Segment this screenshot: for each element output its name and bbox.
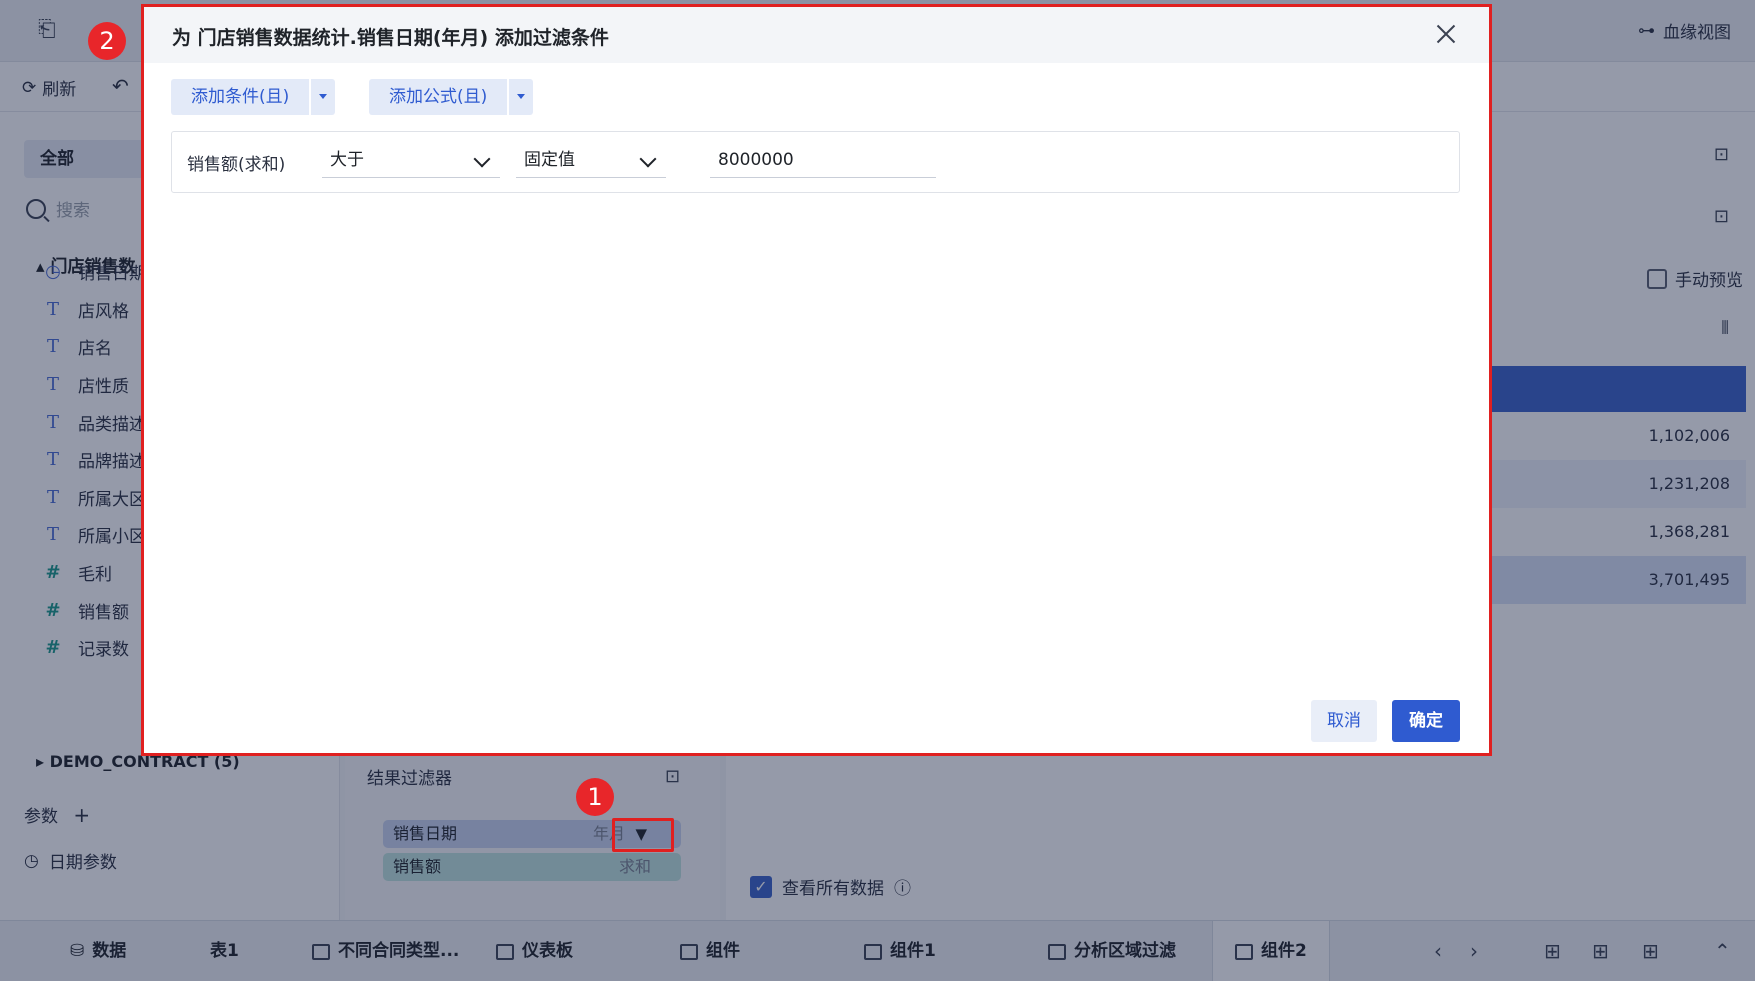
add-formula-label[interactable]: 添加公式(且) [369,79,508,115]
caret-down-icon[interactable] [311,79,336,115]
filter-icon-highlight [612,818,674,852]
value-type-select[interactable]: 固定值 [516,142,666,178]
caret-down-icon[interactable] [509,79,534,115]
confirm-button[interactable]: 确定 [1392,700,1460,742]
dialog-header: 为 门店销售数据统计.销售日期(年月) 添加过滤条件 [144,7,1489,63]
condition-row: 销售额(求和) 大于 固定值 [171,131,1460,193]
chevron-down-icon [639,150,657,168]
step-badge-2: 2 [88,22,126,60]
add-formula-button[interactable]: 添加公式(且) [369,79,534,115]
condition-field-label: 销售额(求和) [187,155,286,175]
condition-value-input[interactable] [710,142,936,178]
add-condition-button[interactable]: 添加条件(且) [171,79,336,115]
operator-select[interactable]: 大于 [322,142,500,178]
chevron-down-icon [473,150,491,168]
cancel-button[interactable]: 取消 [1311,700,1377,742]
operator-value: 大于 [330,150,364,170]
add-condition-label[interactable]: 添加条件(且) [171,79,310,115]
add-filter-dialog: 为 门店销售数据统计.销售日期(年月) 添加过滤条件 添加条件(且) 添加公式(… [141,4,1492,756]
close-icon[interactable] [1433,21,1459,47]
dialog-title: 为 门店销售数据统计.销售日期(年月) 添加过滤条件 [172,27,609,49]
step-badge-1: 1 [576,778,614,816]
value-type-value: 固定值 [524,150,575,170]
